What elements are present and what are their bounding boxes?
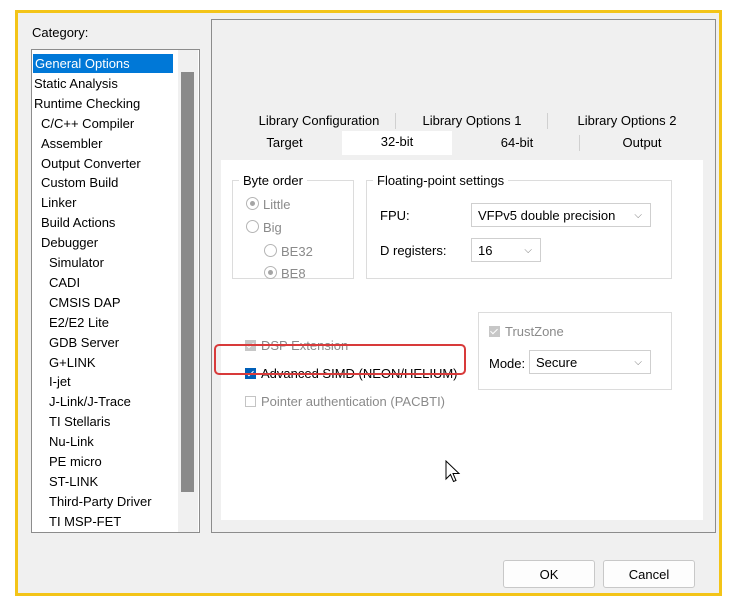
radio-dot: [264, 244, 277, 257]
radio-little-label: Little: [263, 197, 291, 212]
tab-64-bit[interactable]: 64-bit: [457, 133, 577, 153]
d-registers-value: 16: [478, 243, 493, 258]
category-item[interactable]: Assembler: [41, 134, 102, 153]
checkbox-box: [489, 326, 500, 337]
category-item[interactable]: TI Stellaris: [49, 412, 110, 431]
category-item[interactable]: Runtime Checking: [34, 94, 140, 113]
category-item[interactable]: Third-Party Driver: [49, 492, 152, 511]
options-dialog: Category: General Options Static Analysis…: [18, 13, 719, 593]
fpu-label: FPU:: [380, 208, 410, 223]
category-item[interactable]: PE micro: [49, 452, 102, 471]
scrollbar-thumb[interactable]: [181, 72, 194, 492]
category-item[interactable]: CADI: [49, 273, 80, 292]
category-item[interactable]: Debugger: [41, 233, 98, 252]
category-label: Category:: [32, 25, 89, 40]
category-item[interactable]: GDB Server: [49, 333, 119, 352]
dialog-frame: Category: General Options Static Analysis…: [15, 10, 722, 596]
ok-button[interactable]: OK: [503, 560, 595, 588]
checkbox-box: [245, 396, 256, 407]
radio-dot: [264, 266, 277, 279]
category-item[interactable]: TI MSP-FET: [49, 512, 121, 531]
tab-library-options-1[interactable]: Library Options 1: [397, 111, 547, 131]
radio-big-label: Big: [263, 220, 282, 235]
chevron-down-icon: ⌵: [634, 210, 642, 221]
byte-order-title: Byte order: [239, 173, 307, 188]
category-list[interactable]: General Options Static Analysis Runtime Ch…: [31, 49, 200, 533]
tab-library-options-2[interactable]: Library Options 2: [552, 111, 702, 131]
category-item[interactable]: Linker: [41, 193, 76, 212]
category-item[interactable]: I-jet: [49, 372, 71, 391]
pacbti-label: Pointer authentication (PACBTI): [261, 394, 446, 409]
tab-target[interactable]: Target: [227, 133, 342, 153]
category-item[interactable]: Simulator: [49, 253, 104, 272]
trustzone-checkbox[interactable]: TrustZone: [489, 324, 564, 339]
tab-divider: [579, 135, 580, 151]
trustzone-label: TrustZone: [505, 324, 564, 339]
mode-value: Secure: [536, 355, 578, 370]
category-item[interactable]: CMSIS DAP: [49, 293, 121, 312]
radio-be8[interactable]: BE8: [264, 266, 306, 281]
d-registers-label: D registers:: [380, 243, 447, 258]
category-scrollbar[interactable]: [178, 50, 198, 532]
cancel-button[interactable]: Cancel: [603, 560, 695, 588]
floating-point-group: [366, 180, 672, 279]
radio-big[interactable]: Big: [246, 220, 282, 235]
radio-be32[interactable]: BE32: [264, 244, 313, 259]
radio-dot: [246, 220, 259, 233]
options-panel: Library Configuration Library Options 1 …: [211, 19, 716, 533]
category-item[interactable]: Output Converter: [41, 154, 141, 173]
radio-dot: [246, 197, 259, 210]
fpu-value: VFPv5 double precision: [478, 208, 616, 223]
floating-point-title: Floating-point settings: [373, 173, 509, 188]
mouse-cursor-icon: [445, 460, 461, 483]
radio-be32-label: BE32: [281, 244, 313, 259]
fpu-select[interactable]: VFPv5 double precision ⌵: [471, 203, 651, 227]
radio-little[interactable]: Little: [246, 197, 290, 212]
category-item[interactable]: Static Analysis: [34, 74, 118, 93]
mode-label: Mode:: [489, 356, 526, 371]
category-item[interactable]: C/C++ Compiler: [41, 114, 134, 133]
simd-highlight-box: [214, 344, 466, 375]
category-item[interactable]: E2/E2 Lite: [49, 313, 109, 332]
category-item[interactable]: ST-LINK: [49, 472, 98, 491]
d-registers-select[interactable]: 16 ⌵: [471, 238, 541, 262]
tab-32-bit[interactable]: 32-bit: [342, 131, 452, 155]
tab-divider: [547, 113, 548, 129]
pacbti-checkbox[interactable]: Pointer authentication (PACBTI): [245, 394, 445, 409]
category-item[interactable]: Nu-Link: [49, 432, 94, 451]
tab-content: Byte order Little Big BE32 BE8 Floating-…: [221, 160, 703, 520]
category-item[interactable]: General Options: [33, 54, 173, 73]
chevron-down-icon: ⌵: [524, 245, 532, 256]
tab-divider: [395, 113, 396, 129]
mode-select[interactable]: Secure ⌵: [529, 350, 651, 374]
category-item[interactable]: Build Actions: [41, 213, 115, 232]
radio-be8-label: BE8: [281, 266, 306, 281]
chevron-down-icon: ⌵: [634, 357, 642, 368]
tab-output[interactable]: Output: [582, 133, 702, 153]
category-item[interactable]: J-Link/J-Trace: [49, 392, 131, 411]
category-item[interactable]: Custom Build: [41, 173, 118, 192]
category-item[interactable]: G+LINK: [49, 353, 96, 372]
tab-library-configuration[interactable]: Library Configuration: [234, 111, 404, 131]
